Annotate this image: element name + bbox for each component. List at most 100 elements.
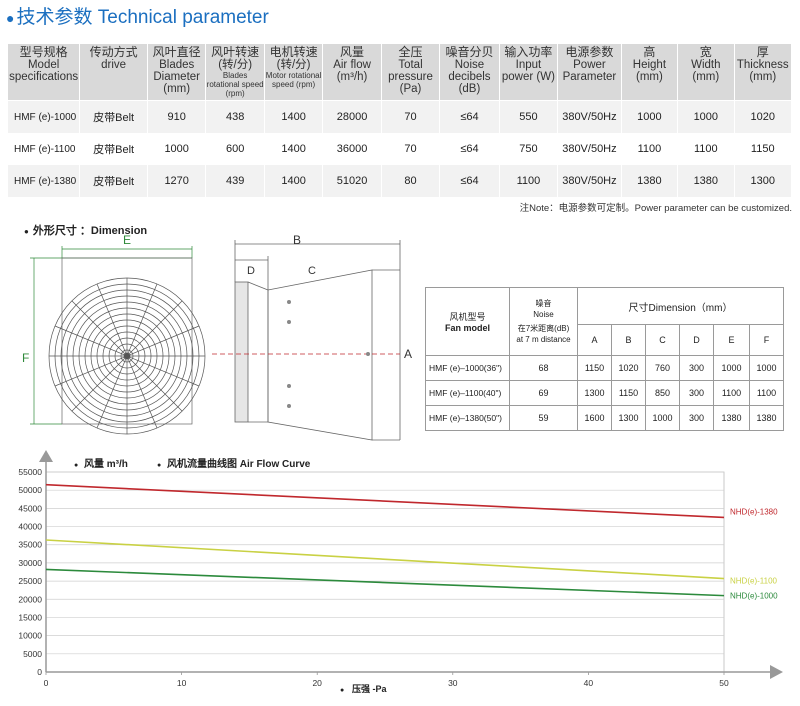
cell: 80 bbox=[381, 165, 441, 197]
cell: 36000 bbox=[322, 133, 382, 165]
cell: ≤64 bbox=[439, 165, 500, 197]
chart-xlabel: 压强 -Pa bbox=[352, 684, 388, 694]
cell: 1000 bbox=[749, 355, 784, 381]
y-tick-label: 55000 bbox=[18, 467, 42, 477]
cell: 1000 bbox=[147, 133, 207, 165]
x-tick-label: 10 bbox=[177, 678, 187, 688]
x-tick-label: 30 bbox=[448, 678, 458, 688]
cell: 1400 bbox=[264, 165, 324, 197]
cell: 300 bbox=[679, 380, 714, 406]
col-header: 宽 Width (mm) bbox=[677, 44, 735, 101]
chart-title-dot: ● bbox=[157, 462, 161, 469]
x-tick-label: 50 bbox=[719, 678, 729, 688]
section-title-text: 技术参数 Technical parameter bbox=[16, 7, 269, 28]
x-tick-label: 0 bbox=[44, 678, 49, 688]
cell: 300 bbox=[679, 405, 714, 431]
cell: 1150 bbox=[734, 133, 792, 165]
col-header: 风叶直径 Blades Diameter (mm) bbox=[147, 44, 207, 101]
cell: 1150 bbox=[611, 380, 646, 406]
spec-header-row: 型号规格 Model specifications 传动方式 drive 风叶直径 B… bbox=[8, 44, 792, 101]
bolt-dot bbox=[287, 404, 291, 408]
cell: 1150 bbox=[577, 355, 612, 381]
y-tick-label: 25000 bbox=[18, 576, 42, 586]
chart-xlabel-dot: ● bbox=[340, 687, 344, 694]
cell: 600 bbox=[205, 133, 265, 165]
cell: 1000 bbox=[645, 405, 680, 431]
cell: 910 bbox=[147, 100, 207, 133]
cell: 438 bbox=[205, 100, 265, 133]
cell: 1300 bbox=[734, 165, 792, 197]
y-tick-label: 20000 bbox=[18, 594, 42, 604]
fan-side-drawing bbox=[234, 240, 401, 441]
size-col-header: D bbox=[679, 324, 714, 356]
cell: 70 bbox=[381, 100, 441, 133]
cell: 1300 bbox=[577, 380, 612, 406]
note-text: 注Note：电源参数可定制。Power parameter can be cus… bbox=[519, 203, 792, 214]
cell: 380V/50Hz bbox=[557, 100, 622, 133]
y-tick-label: 0 bbox=[37, 667, 42, 677]
y-tick-label: 40000 bbox=[18, 522, 42, 532]
x-tick-label: 20 bbox=[312, 678, 322, 688]
col-header: 电源参数 Power Parameter bbox=[557, 44, 622, 101]
y-tick-label: 45000 bbox=[18, 503, 42, 513]
cell: HMF (e)-1000 bbox=[8, 100, 81, 133]
cell: 1100 bbox=[499, 165, 559, 197]
col-header: 风量 Air flow (m³/h) bbox=[322, 44, 382, 101]
model-header: 风机型号 Fan model bbox=[425, 287, 510, 356]
cell: HMF (e)–1100(40") bbox=[425, 380, 510, 406]
col-header: 噪音分贝 Noise decibels (dB) bbox=[439, 44, 500, 101]
spec-row: HMF (e)-1100 皮带Belt 1000 600 1400 36000 70 ≤64 7… bbox=[8, 133, 792, 165]
cell: 1020 bbox=[611, 355, 646, 381]
y-tick-label: 15000 bbox=[18, 612, 42, 622]
size-col-header: A bbox=[577, 324, 612, 356]
cell: 850 bbox=[645, 380, 680, 406]
bullet-dot-icon: ● bbox=[6, 10, 15, 26]
chart-series-labels: NHD(e)-1380 NHD(e)-1100 NHD(e)-1000 bbox=[730, 507, 778, 600]
dimension-row: HMF (e)–1380(50") 59 1600 1300 1000 300 … bbox=[425, 405, 784, 431]
chart-title: 风机流量曲线图 Air Flow Curve bbox=[167, 457, 311, 470]
spec-row: HMF (e)-1380 皮带Belt 1270 439 1400 51020 80 ≤64 1… bbox=[8, 165, 792, 197]
cell: 1100 bbox=[749, 380, 784, 406]
bolt-dot bbox=[366, 352, 370, 356]
size-col-header: C bbox=[645, 324, 680, 356]
y-tick-label: 50000 bbox=[18, 485, 42, 495]
cell: 1000 bbox=[677, 100, 735, 133]
fan-front-drawing bbox=[30, 246, 206, 435]
dim-label-f: F bbox=[22, 351, 29, 365]
cell: 300 bbox=[679, 355, 714, 381]
cell: 1380 bbox=[713, 405, 750, 431]
air-flow-chart: 0 5000 10000 15000 20000 25000 30000 35000 40000… bbox=[18, 450, 783, 694]
cell: 1380 bbox=[621, 165, 679, 197]
col-header: 传动方式 drive bbox=[79, 44, 148, 101]
cell: 380V/50Hz bbox=[557, 133, 622, 165]
noise-header: 噪音 Noise 在7米距离(dB) at 7 m distance bbox=[509, 287, 578, 356]
col-header: 电机转速 (转/分) Motor rotational speed (rpm) bbox=[264, 44, 324, 101]
cell: 1300 bbox=[611, 405, 646, 431]
spec-row: HMF (e)-1000 皮带Belt 910 438 1400 28000 70 ≤64 55… bbox=[8, 100, 792, 133]
fan-side-view: B D C A bbox=[212, 233, 412, 441]
cell: 1000 bbox=[713, 355, 750, 381]
cell: HMF (e)-1100 bbox=[8, 133, 81, 165]
col-header: 厚 Thickness (mm) bbox=[734, 44, 792, 101]
dimension-header-row: 风机型号 Fan model 噪音 Noise 在7米距离(dB) at 7 m… bbox=[425, 287, 784, 356]
series-line bbox=[45, 483, 725, 519]
cell: 1380 bbox=[677, 165, 735, 197]
chart-series bbox=[45, 483, 725, 597]
spec-table: 型号规格 Model specifications 传动方式 drive 风叶直径 B… bbox=[8, 44, 792, 197]
y-tick-label: 5000 bbox=[23, 649, 42, 659]
col-header: 型号规格 Model specifications bbox=[8, 44, 81, 101]
chart-ylabel-dot: ● bbox=[74, 462, 78, 469]
dimension-row: HMF (e)–1100(40") 69 1300 1150 850 300 1… bbox=[425, 380, 784, 406]
cell: ≤64 bbox=[439, 133, 500, 165]
dim-label-e: E bbox=[123, 233, 131, 247]
cell: 69 bbox=[509, 380, 578, 406]
bolt-dot bbox=[287, 300, 291, 304]
dim-label-c: C bbox=[308, 265, 316, 277]
size-col-header: F bbox=[749, 324, 784, 356]
x-axis-arrow-icon bbox=[770, 665, 783, 679]
cell: 1100 bbox=[713, 380, 750, 406]
cell: 68 bbox=[509, 355, 578, 381]
size-col-header: B bbox=[611, 324, 646, 356]
y-tick-label: 35000 bbox=[18, 540, 42, 550]
cell: 439 bbox=[205, 165, 265, 197]
